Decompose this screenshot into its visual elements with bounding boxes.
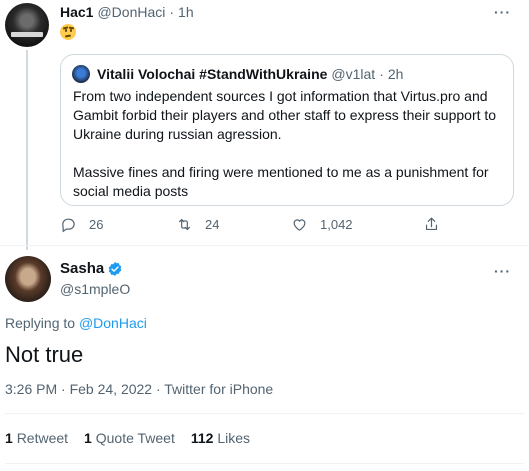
- reply-handle-row: @s1mpleO: [60, 281, 130, 297]
- retweets-stat[interactable]: 1 Retweet: [5, 430, 68, 446]
- reply-button[interactable]: 26: [60, 216, 103, 233]
- reply-author-name-row: Sasha: [60, 260, 123, 277]
- quotes-label: Quote Tweet: [95, 430, 175, 446]
- quotes-stat[interactable]: 1 Quote Tweet: [84, 430, 175, 446]
- tweet-meta[interactable]: 3:26 PM · Feb 24, 2022 · Twitter for iPh…: [5, 381, 273, 397]
- retweet-button[interactable]: 24: [176, 216, 219, 233]
- likes-label: Likes: [217, 430, 251, 446]
- like-count: 1,042: [320, 217, 353, 232]
- quotes-count: 1: [84, 430, 96, 446]
- engagement-stats: 1 Retweet 1 Quote Tweet 112 Likes: [5, 430, 266, 446]
- divider: [5, 413, 524, 414]
- more-options-icon[interactable]: ···: [494, 263, 511, 279]
- reply-author-handle[interactable]: @s1mpleO: [60, 281, 130, 297]
- quoted-avatar: [72, 65, 90, 83]
- divider: [0, 245, 529, 246]
- author-handle[interactable]: @DonHaci: [97, 4, 165, 20]
- retweets-count: 1: [5, 430, 17, 446]
- avatar-sasha[interactable]: [5, 256, 51, 302]
- verified-badge-icon: [108, 261, 122, 276]
- original-tweet[interactable]: Hac1 @DonHaci · 1h ··· Vitalii Volochai …: [0, 0, 529, 250]
- share-button[interactable]: [423, 216, 452, 233]
- retweets-label: Retweet: [16, 430, 69, 446]
- original-tweet-header: Hac1 @DonHaci · 1h: [60, 4, 194, 20]
- replying-prefix: Replying to: [5, 315, 76, 331]
- quoted-author-name: Vitalii Volochai #StandWithUkraine: [97, 66, 328, 82]
- avatar-badge: [11, 32, 43, 37]
- more-options-icon[interactable]: ···: [494, 4, 511, 20]
- action-bar: 26 24 1,042: [60, 216, 460, 236]
- quoted-text: From two independent sources I got infor…: [73, 88, 497, 199]
- reply-author-name[interactable]: Sasha: [60, 260, 104, 277]
- thinking-face-icon: [60, 24, 76, 40]
- separator-dot: ·: [169, 4, 175, 20]
- avatar-hac1[interactable]: [5, 3, 49, 47]
- thread-connector: [26, 50, 28, 250]
- retweet-count: 24: [205, 217, 220, 232]
- replying-to: Replying to @DonHaci: [5, 315, 147, 331]
- replying-to-link[interactable]: @DonHaci: [79, 315, 147, 331]
- quoted-author-handle: @v1lat: [331, 66, 376, 82]
- share-icon: [425, 217, 438, 231]
- reply-count: 26: [89, 217, 104, 232]
- quoted-header: Vitalii Volochai #StandWithUkraine @v1la…: [97, 66, 403, 82]
- reply-icon: [62, 218, 75, 233]
- author-name[interactable]: Hac1: [60, 4, 93, 20]
- retweet-icon: [178, 218, 191, 231]
- separator-dot: ·: [379, 66, 384, 82]
- heart-icon: [293, 219, 306, 231]
- divider: [5, 463, 524, 464]
- like-button[interactable]: 1,042: [291, 216, 353, 233]
- likes-count: 112: [190, 430, 218, 446]
- timestamp[interactable]: 1h: [178, 4, 194, 20]
- quoted-tweet[interactable]: Vitalii Volochai #StandWithUkraine @v1la…: [60, 54, 514, 206]
- quoted-timestamp: 2h: [387, 66, 404, 82]
- likes-stat[interactable]: 112 Likes: [191, 430, 250, 446]
- reply-text: Not true: [5, 342, 84, 367]
